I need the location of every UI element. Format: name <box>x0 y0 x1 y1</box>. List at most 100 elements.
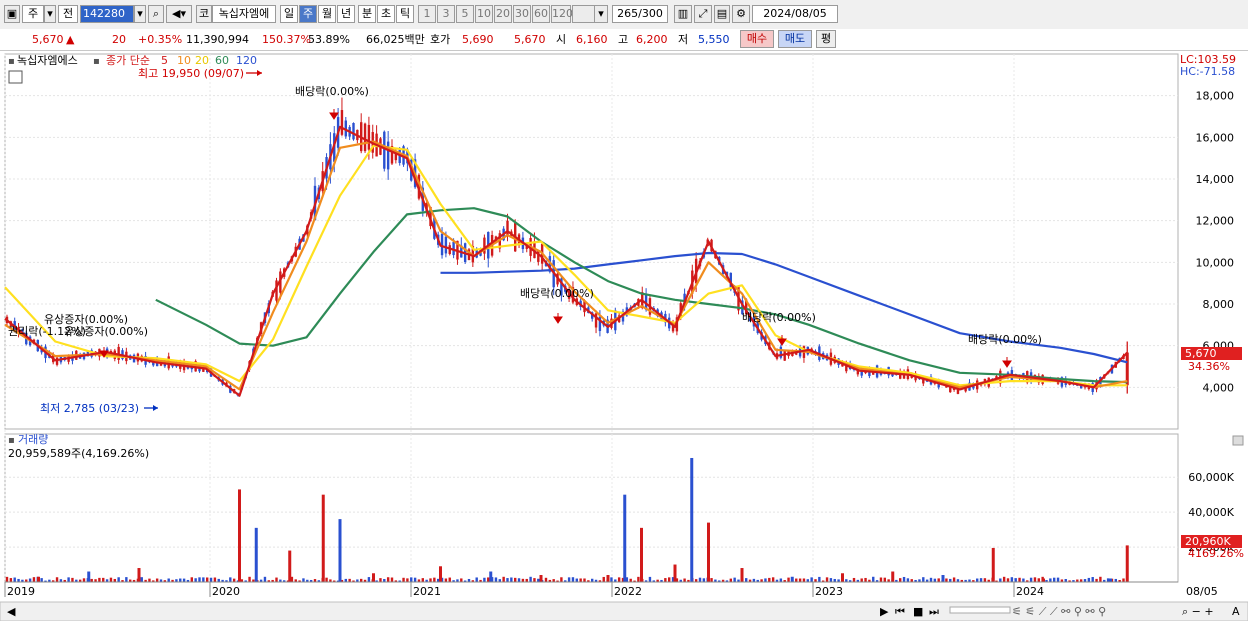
stock-code-input[interactable]: 142280 <box>80 5 134 23</box>
panel-menu-icon[interactable]: ▪ <box>8 56 15 67</box>
volume-bar <box>1033 577 1037 582</box>
volume-bar <box>198 577 201 582</box>
layout-icon[interactable]: ▣ <box>4 5 20 23</box>
tab-week-label: 주 <box>302 7 314 20</box>
buy-button[interactable]: 매수 <box>740 30 774 48</box>
count-120[interactable]: 120 <box>551 5 573 23</box>
volume-ratio: 150.37% <box>262 33 311 46</box>
volume-bar <box>140 577 143 582</box>
volume-bar-spike <box>1109 578 1112 582</box>
volume-bar-spike <box>640 527 643 582</box>
draw-line-icon[interactable]: ⤢ <box>694 5 712 23</box>
candle-body <box>352 122 355 140</box>
turnover-rate: 53.89% <box>308 33 350 46</box>
volume-tick-label: 40,000K <box>1188 506 1234 519</box>
zoom-slider[interactable] <box>949 606 1011 614</box>
volume-bar-spike <box>489 571 493 582</box>
tools-icons[interactable]: ⚟ ⚟ ⟋ ⟋ ⚯ ⚲ ⚯ ⚲ <box>1012 605 1106 618</box>
volume-bar <box>194 578 197 582</box>
volume-bar <box>575 578 578 582</box>
volume-bar <box>275 577 278 582</box>
count-5[interactable]: 5 <box>456 5 474 23</box>
volume-bar <box>444 578 448 582</box>
volume-bar <box>302 578 305 582</box>
ma-menu-icon[interactable]: ▪ <box>93 56 100 67</box>
tab-year[interactable]: 년 <box>337 5 355 23</box>
count-20[interactable]: 20 <box>494 5 512 23</box>
play-forward-icon[interactable]: ⏭ <box>929 605 939 618</box>
grid-table-icon[interactable] <box>8 70 23 84</box>
count-1[interactable]: 1 <box>418 5 436 23</box>
open-label: 시 <box>556 33 567 46</box>
stop-icon[interactable]: ■ <box>913 605 923 618</box>
gear-icon[interactable]: ⚙ <box>732 5 750 23</box>
count-dropdown-icon[interactable]: ▾ <box>594 5 608 23</box>
code-dropdown-icon[interactable]: ▾ <box>134 5 146 23</box>
volume-bar <box>248 576 251 582</box>
ma-label-120: 120 <box>236 54 257 67</box>
volume-bar <box>1010 577 1014 582</box>
ma-label-10: 10 <box>177 54 191 67</box>
volume-bar <box>937 578 940 582</box>
tab-minute[interactable]: 분 <box>358 5 376 23</box>
volume-bar <box>433 577 436 582</box>
volume-bar <box>883 577 886 582</box>
tab-week[interactable]: 주 <box>299 5 317 23</box>
volume-bar-spike <box>254 527 258 582</box>
volume-bar <box>779 578 783 582</box>
volume-bar <box>1006 578 1010 582</box>
sell-button[interactable]: 매도 <box>778 30 812 48</box>
volume-bar <box>510 577 513 582</box>
zoom-icon[interactable]: ⌕ − + <box>1182 605 1214 618</box>
tab-tick[interactable]: 틱 <box>396 5 414 23</box>
volume-bar <box>637 576 640 582</box>
volume-bar-spike <box>790 576 794 582</box>
bar-count-field[interactable]: 265/300 <box>612 5 668 23</box>
scroll-right-icon[interactable]: ▶ <box>880 605 889 618</box>
volume-bar <box>109 577 113 582</box>
volume-bar <box>702 578 706 582</box>
candle-body <box>386 141 390 170</box>
candle-icon[interactable]: ▥ <box>674 5 692 23</box>
chart-area: 4,000 6,000 8,000 10,000 12,000 14,000 16,000 1… <box>0 51 1248 622</box>
market-code-button[interactable]: 코 <box>196 5 212 23</box>
search-icon[interactable]: ⌕ <box>148 5 164 23</box>
volume-bar <box>213 577 217 582</box>
time-tick-label: 2024 <box>1016 585 1044 598</box>
save-icon[interactable]: ▤ <box>714 5 730 23</box>
volume-bar <box>125 577 128 582</box>
tab-month[interactable]: 월 <box>318 5 336 23</box>
volume-bar <box>32 577 36 582</box>
count-3[interactable]: 3 <box>437 5 455 23</box>
volume-bar-spike <box>740 568 744 582</box>
chart-svg[interactable]: 4,0006,0008,00010,00012,00014,00016,0001… <box>0 51 1248 622</box>
date-input[interactable]: 2024/08/05 <box>752 5 838 23</box>
volume-bar <box>117 577 120 582</box>
sound-icon[interactable]: ◀▾ <box>166 5 192 23</box>
volume-tag-pct: 4169.26% <box>1188 547 1244 560</box>
volume-menu-icon[interactable]: ▪ <box>8 435 15 446</box>
count-10[interactable]: 10 <box>475 5 493 23</box>
count-60[interactable]: 60 <box>532 5 550 23</box>
stock-name-field: 녹십자엠에 <box>212 5 276 23</box>
volume-bar <box>945 578 948 582</box>
volume-bar <box>710 578 713 582</box>
time-tick-label: 2020 <box>212 585 240 598</box>
volume-close-icon[interactable] <box>1232 435 1244 446</box>
stock-code-value: 142280 <box>83 7 125 20</box>
volume-bar-spike <box>623 494 627 582</box>
market-dropdown-icon[interactable]: ▾ <box>44 5 56 23</box>
count-30[interactable]: 30 <box>513 5 531 23</box>
volume-tick-label: 60,000K <box>1188 471 1234 484</box>
tab-second[interactable]: 초 <box>377 5 395 23</box>
scroll-left-icon[interactable]: ◀ <box>7 605 16 618</box>
tab-day[interactable]: 일 <box>280 5 298 23</box>
play-back-icon[interactable]: ⏮ <box>895 605 905 618</box>
eval-button[interactable]: 평 <box>816 30 836 48</box>
tab-minute-label: 분 <box>361 7 373 20</box>
prev-button[interactable]: 전 <box>58 5 78 23</box>
market-select[interactable]: 주 <box>22 5 44 23</box>
font-size-icon[interactable]: A <box>1232 605 1240 618</box>
trade-amount: 66,025백만 <box>366 33 425 46</box>
tab-year-label: 년 <box>340 7 352 20</box>
